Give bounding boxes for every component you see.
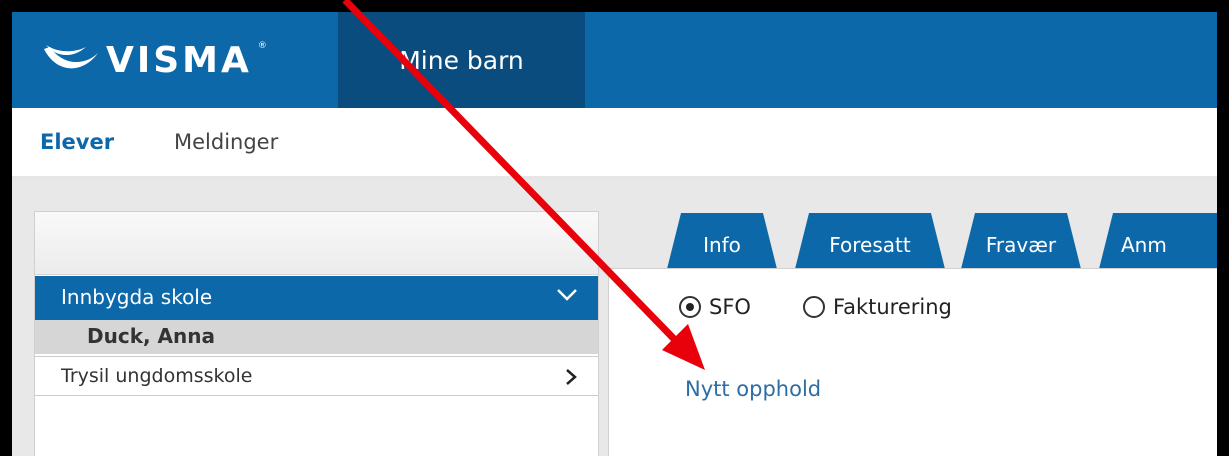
chevron-right-icon — [566, 369, 577, 385]
tab-foresatt-label: Foresatt — [829, 233, 911, 257]
school-item-trysil[interactable]: Trysil ungdomsskole — [35, 356, 598, 396]
panel-header — [35, 212, 598, 275]
registered-mark: ® — [257, 41, 267, 51]
tab-anm[interactable]: Anm — [1099, 213, 1217, 269]
radio-fakturering-label[interactable]: Fakturering — [833, 295, 952, 319]
tab-info[interactable]: Info — [667, 213, 777, 269]
tab-foresatt[interactable]: Foresatt — [795, 213, 945, 269]
new-stay-link[interactable]: Nytt opphold — [685, 377, 821, 401]
student-name: Duck, Anna — [87, 324, 216, 348]
school-item-label: Innbygda skole — [61, 285, 213, 309]
sub-navigation: Elever Meldinger — [12, 108, 1217, 180]
radio-sfo[interactable] — [679, 296, 701, 318]
radio-sfo-label[interactable]: SFO — [709, 295, 751, 319]
radio-fakturering[interactable] — [802, 296, 825, 318]
nav-mine-barn[interactable]: Mine barn — [338, 12, 585, 108]
logo-text: VISMA — [106, 39, 252, 81]
content-area: Innbygda skole Duck, Anna Trysil ungdoms… — [12, 180, 1217, 456]
subnav-elever[interactable]: Elever — [40, 130, 114, 154]
tab-fravaer[interactable]: Fravær — [961, 213, 1081, 269]
tab-fravaer-label: Fravær — [985, 233, 1057, 257]
student-item[interactable]: Duck, Anna — [35, 320, 598, 354]
visma-swoosh-icon — [44, 45, 98, 69]
top-bar: VISMA ® Mine barn — [12, 12, 1217, 108]
nav-mine-barn-label: Mine barn — [399, 45, 524, 75]
school-item-label: Trysil ungdomsskole — [61, 365, 253, 387]
tab-info-label: Info — [703, 233, 741, 257]
school-item-innbygda[interactable]: Innbygda skole — [35, 276, 598, 320]
app-window: VISMA ® Mine barn Elever Meldinger Innby… — [12, 12, 1217, 456]
subnav-meldinger[interactable]: Meldinger — [174, 130, 278, 154]
visma-logo[interactable]: VISMA ® — [42, 32, 267, 88]
tab-content-panel: SFO Fakturering Nytt opphold — [608, 268, 1217, 456]
radio-group: SFO Fakturering — [679, 295, 952, 319]
chevron-down-icon — [557, 289, 577, 301]
student-list-panel: Innbygda skole Duck, Anna Trysil ungdoms… — [34, 211, 599, 456]
tab-anm-label: Anm — [1121, 233, 1167, 257]
